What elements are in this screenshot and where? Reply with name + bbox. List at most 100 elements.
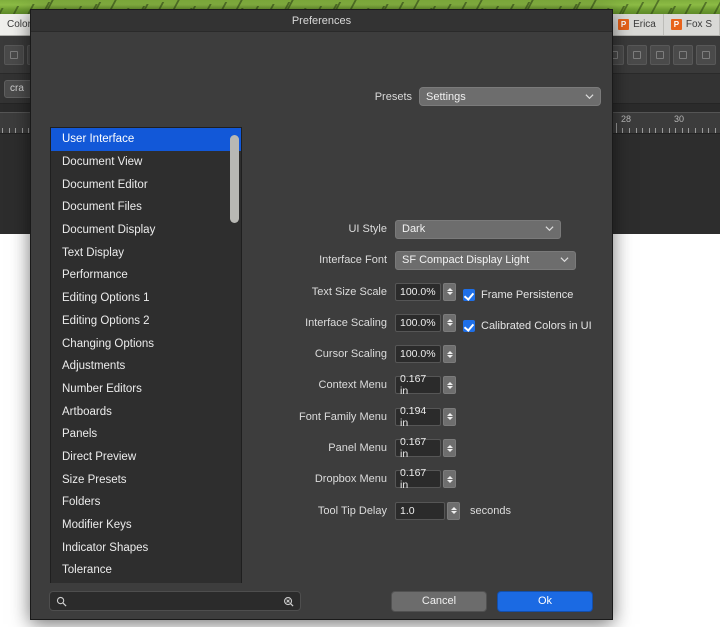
calibrated-colors-checkbox-row[interactable]: Calibrated Colors in UI: [463, 320, 592, 332]
chevron-down-icon: [585, 93, 594, 99]
sidebar-item-artboards[interactable]: Artboards: [51, 400, 241, 423]
ruler-tick: [682, 128, 683, 133]
sidebar-scrollbar-thumb[interactable]: [230, 135, 239, 223]
search-input[interactable]: [67, 595, 283, 607]
presets-row: Presets Settings: [31, 87, 601, 106]
sidebar-item-size-presets[interactable]: Size Presets: [51, 468, 241, 491]
sidebar-item-editing-options-2[interactable]: Editing Options 2: [51, 310, 241, 333]
tool-tip-delay-stepper[interactable]: [447, 501, 460, 520]
stepper-up-icon[interactable]: [446, 319, 453, 323]
row-tool-tip-delay: Tool Tip Delay 1.0 seconds: [256, 500, 606, 522]
dropbox-menu-stepper[interactable]: [443, 470, 456, 489]
ruler-label: 30: [674, 114, 685, 124]
stepper-up-icon[interactable]: [446, 350, 453, 354]
sidebar-item-modifier-keys[interactable]: Modifier Keys: [51, 514, 241, 537]
stepper-down-icon[interactable]: [446, 448, 453, 452]
ui-style-dropdown[interactable]: Dark: [395, 219, 561, 239]
sidebar-item-document-view[interactable]: Document View: [51, 151, 241, 174]
chevron-down-icon: [545, 226, 554, 232]
interface-scaling-stepper[interactable]: [443, 313, 456, 332]
bg-tab-erica[interactable]: P Erica: [611, 14, 664, 35]
sidebar-item-changing-options[interactable]: Changing Options: [51, 332, 241, 355]
interface-scaling-input[interactable]: 100.0%: [395, 313, 441, 332]
ruler-tick: [702, 128, 703, 133]
checkbox-checked-icon[interactable]: [463, 289, 475, 301]
stepper-down-icon[interactable]: [446, 417, 453, 421]
stepper-up-icon[interactable]: [446, 475, 453, 479]
font-family-menu-input[interactable]: 0.194 in: [395, 405, 441, 429]
cursor-scaling-stepper[interactable]: [443, 345, 456, 364]
sidebar-item-performance[interactable]: Performance: [51, 264, 241, 287]
sidebar-item-direct-preview[interactable]: Direct Preview: [51, 446, 241, 469]
stepper-up-icon[interactable]: [446, 381, 453, 385]
panel-menu-stepper[interactable]: [443, 439, 456, 458]
tool-tip-delay-input[interactable]: 1.0: [395, 501, 445, 520]
stepper-up-icon[interactable]: [450, 507, 457, 511]
transform-icon[interactable]: [627, 44, 647, 65]
chevron-down-icon: [560, 257, 569, 263]
stepper-up-icon[interactable]: [446, 413, 453, 417]
stepper-up-icon[interactable]: [446, 288, 453, 292]
sidebar-item-number-editors[interactable]: Number Editors: [51, 378, 241, 401]
sidebar-item-panels[interactable]: Panels: [51, 423, 241, 446]
clock-icon[interactable]: [696, 44, 716, 65]
bg-tab-erica-label: Erica: [633, 19, 656, 30]
frame-persistence-checkbox-row[interactable]: Frame Persistence: [463, 289, 573, 301]
text-size-scale-stepper[interactable]: [443, 282, 456, 301]
sidebar-item-editing-options-1[interactable]: Editing Options 1: [51, 287, 241, 310]
ruler-tick: [2, 128, 3, 133]
search-field[interactable]: [49, 591, 301, 611]
sidebar-item-text-display[interactable]: Text Display: [51, 241, 241, 264]
row-font-family-menu: Font Family Menu 0.194 in: [256, 405, 606, 429]
dialog-body: Presets Settings User Interface Document …: [31, 32, 612, 619]
ruler-tick: [662, 128, 663, 133]
stepper-down-icon[interactable]: [446, 354, 453, 358]
sidebar-item-tolerance[interactable]: Tolerance: [51, 559, 241, 582]
align-left-icon[interactable]: [650, 44, 670, 65]
magnifier-clear-icon[interactable]: [283, 596, 294, 607]
sidebar-item-document-files[interactable]: Document Files: [51, 196, 241, 219]
bg-tab-fox[interactable]: P Fox S: [663, 14, 720, 35]
sidebar-item-indicator-shapes[interactable]: Indicator Shapes: [51, 536, 241, 559]
preferences-category-list[interactable]: User Interface Document View Document Edit…: [50, 127, 242, 604]
sidebar-item-folders[interactable]: Folders: [51, 491, 241, 514]
context-menu-input[interactable]: 0.167 in: [395, 373, 441, 397]
stepper-up-icon[interactable]: [446, 444, 453, 448]
checkbox-checked-icon[interactable]: [463, 320, 475, 332]
interface-font-dropdown[interactable]: SF Compact Display Light: [395, 250, 576, 270]
sidebar-item-document-editor[interactable]: Document Editor: [51, 173, 241, 196]
dropbox-menu-input[interactable]: 0.167 in: [395, 467, 441, 491]
row-interface-font: Interface Font SF Compact Display Light: [256, 249, 606, 271]
sidebar-item-label: Document Display: [62, 224, 156, 237]
stepper-down-icon[interactable]: [446, 323, 453, 327]
font-family-menu-stepper[interactable]: [443, 407, 456, 426]
sidebar-item-document-display[interactable]: Document Display: [51, 219, 241, 242]
sidebar-item-adjustments[interactable]: Adjustments: [51, 355, 241, 378]
cancel-button[interactable]: Cancel: [391, 590, 487, 612]
stepper-down-icon[interactable]: [446, 385, 453, 389]
stepper-down-icon[interactable]: [446, 479, 453, 483]
magnifier-icon: [56, 596, 67, 607]
user-interface-settings-panel: UI Style Dark Interface Font SF Compact …: [256, 218, 606, 531]
sidebar-item-label: User Interface: [62, 133, 135, 146]
text-size-scale-input[interactable]: 100.0%: [395, 282, 441, 301]
sidebar-item-label: Modifier Keys: [62, 519, 132, 532]
stepper-down-icon[interactable]: [446, 292, 453, 296]
sidebar-scrollbar[interactable]: [230, 130, 239, 601]
ruler-tick: [622, 128, 623, 133]
ok-button[interactable]: Ok: [497, 590, 593, 612]
cursor-scaling-input[interactable]: 100.0%: [395, 345, 441, 364]
dropbox-menu-label: Dropbox Menu: [314, 473, 387, 486]
presets-dropdown[interactable]: Settings: [419, 87, 601, 106]
text-size-scale-label: Text Size Scale: [311, 285, 387, 298]
category-list-items: User Interface Document View Document Edit…: [51, 128, 241, 603]
align-center-icon[interactable]: [673, 44, 693, 65]
dialog-titlebar[interactable]: Preferences: [31, 10, 612, 32]
arrow-tool-icon[interactable]: [4, 44, 24, 65]
ruler-tick: [708, 128, 709, 133]
toolbar-right-group: [604, 44, 716, 65]
sidebar-item-user-interface[interactable]: User Interface: [51, 128, 241, 151]
context-menu-stepper[interactable]: [443, 376, 456, 395]
stepper-down-icon[interactable]: [450, 511, 457, 515]
panel-menu-input[interactable]: 0.167 in: [395, 436, 441, 460]
